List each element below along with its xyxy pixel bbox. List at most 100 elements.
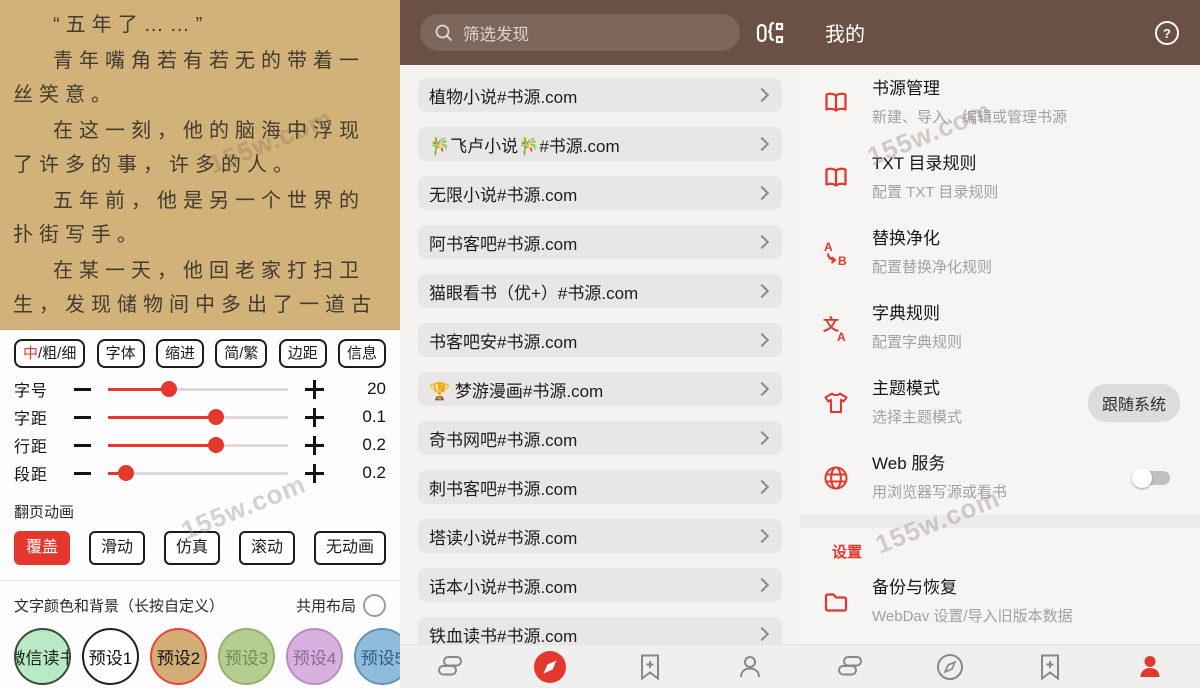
settings-item-txt-toc-rule[interactable]: TXT 目录规则 配置 TXT 目录规则: [800, 140, 1200, 215]
slider-thumb[interactable]: [208, 409, 224, 425]
settings-item-replace-purify[interactable]: A B 替换净化 配置替换净化规则: [800, 215, 1200, 290]
increase-button[interactable]: [288, 380, 340, 399]
book-source-name: 塔读小说#书源.com: [429, 524, 757, 549]
slider[interactable]: [108, 388, 288, 391]
book-open-icon: [821, 88, 851, 118]
decrease-button[interactable]: [56, 472, 108, 475]
nav-subscribe[interactable]: [1000, 645, 1100, 688]
tshirt-icon: [821, 388, 851, 418]
chevron-right-icon: [755, 333, 769, 347]
chevron-right-icon: [755, 382, 769, 396]
search-placeholder: 筛选发现: [463, 21, 529, 45]
nav-profile[interactable]: [700, 645, 800, 688]
slider[interactable]: [108, 416, 288, 419]
font-weight-button[interactable]: 中/粗/细: [14, 339, 85, 368]
increase-button[interactable]: [288, 408, 340, 427]
settings-item-dictionary-rule[interactable]: 文 A 字典规则 配置字典规则: [800, 290, 1200, 365]
settings-item-theme-mode[interactable]: 主题模式 选择主题模式 跟随系统: [800, 365, 1200, 440]
person-icon: [734, 651, 766, 683]
decrease-button[interactable]: [56, 388, 108, 391]
page-animation-options: 覆盖 滑动 仿真 滚动 无动画: [14, 531, 386, 565]
shared-layout-checkbox[interactable]: [363, 594, 386, 617]
anim-scroll-button[interactable]: 滚动: [239, 531, 295, 565]
increase-button[interactable]: [288, 436, 340, 455]
section-divider: [800, 515, 1200, 528]
item-subtitle: 配置字典规则: [872, 332, 1180, 353]
help-icon[interactable]: ?: [1154, 20, 1180, 46]
increase-button[interactable]: [288, 464, 340, 483]
color-preset-button[interactable]: 预设3: [218, 628, 275, 685]
book-source-item[interactable]: 奇书网吧#书源.com: [418, 421, 782, 455]
color-preset-button[interactable]: 预设2: [150, 628, 207, 685]
simplified-traditional-button[interactable]: 简/繁: [215, 339, 267, 368]
nav-bookshelf[interactable]: [400, 645, 500, 688]
chevron-right-icon: [755, 627, 769, 641]
book-source-item[interactable]: 阿书客吧#书源.com: [418, 225, 782, 259]
book-source-name: 🎋飞卢小说🎋#书源.com: [429, 132, 757, 157]
nav-discover-active[interactable]: [500, 645, 600, 688]
book-source-item[interactable]: 刺书客吧#书源.com: [418, 470, 782, 504]
info-button[interactable]: 信息: [338, 339, 386, 368]
settings-section-label: 设置: [832, 541, 1200, 562]
book-source-item[interactable]: 书客吧安#书源.com: [418, 323, 782, 357]
book-source-name: 阿书客吧#书源.com: [429, 230, 757, 255]
anim-cover-button[interactable]: 覆盖: [14, 531, 70, 565]
nav-bookshelf[interactable]: [800, 645, 900, 688]
book-source-name: 铁血读书#书源.com: [429, 622, 757, 646]
book-source-item[interactable]: 🎋飞卢小说🎋#书源.com: [418, 127, 782, 161]
bottom-nav: [400, 644, 800, 688]
chevron-right-icon: [755, 480, 769, 494]
chevron-right-icon: [755, 186, 769, 200]
reader-paragraph: 五年前，他是另一个世界的扑街写手。: [13, 184, 387, 252]
slider[interactable]: [108, 472, 288, 475]
nav-discover[interactable]: [900, 645, 1000, 688]
settings-item-book-source-manage[interactable]: 书源管理 新建、导入、编辑或管理书源: [800, 65, 1200, 140]
anim-simulation-button[interactable]: 仿真: [164, 531, 220, 565]
anim-slide-button[interactable]: 滑动: [89, 531, 145, 565]
book-source-name: 🏆 梦游漫画#书源.com: [429, 377, 757, 402]
color-preset-button[interactable]: 微信读书: [14, 628, 71, 685]
book-source-item[interactable]: 无限小说#书源.com: [418, 176, 782, 210]
book-source-item[interactable]: 话本小说#书源.com: [418, 568, 782, 602]
profile-panel: 我的 ? 书源管理 新建、导入、编辑或管理书源: [800, 0, 1200, 688]
color-preset-button[interactable]: 预设5: [354, 628, 400, 685]
plus-icon: [305, 380, 324, 399]
chevron-right-icon: [755, 235, 769, 249]
book-source-item[interactable]: 塔读小说#书源.com: [418, 519, 782, 553]
bookshelf-icon: [434, 651, 466, 683]
book-source-item[interactable]: 🏆 梦游漫画#书源.com: [418, 372, 782, 406]
book-source-item[interactable]: 植物小说#书源.com: [418, 78, 782, 112]
slider-thumb[interactable]: [208, 437, 224, 453]
book-source-item[interactable]: 铁血读书#书源.com: [418, 617, 782, 645]
theme-mode-badge[interactable]: 跟随系统: [1088, 384, 1180, 422]
color-preset-button[interactable]: 预设4: [286, 628, 343, 685]
decrease-button[interactable]: [56, 416, 108, 419]
settings-item-web-service[interactable]: Web 服务 用浏览器写源或看书: [800, 440, 1200, 515]
anim-none-button[interactable]: 无动画: [314, 531, 386, 565]
slider[interactable]: [108, 444, 288, 447]
decrease-button[interactable]: [56, 444, 108, 447]
discover-header: 筛选发现: [400, 0, 800, 65]
nav-subscribe[interactable]: [600, 645, 700, 688]
settings-item-backup-restore[interactable]: 备份与恢复 WebDav 设置/导入旧版本数据: [800, 564, 1200, 639]
nav-profile-active[interactable]: [1100, 645, 1200, 688]
web-service-toggle-off[interactable]: [1132, 468, 1172, 488]
color-preset-button[interactable]: 预设1: [82, 628, 139, 685]
slider-row: 字号 20: [14, 375, 386, 403]
svg-text:?: ?: [1163, 26, 1171, 41]
search-input[interactable]: 筛选发现: [420, 14, 740, 51]
source-group-button[interactable]: [752, 18, 788, 48]
profile-header: 我的 ?: [800, 0, 1200, 65]
font-family-button[interactable]: 字体: [97, 339, 145, 368]
item-title: Web 服务: [872, 452, 1132, 476]
indent-button[interactable]: 缩进: [156, 339, 204, 368]
slider-thumb[interactable]: [161, 381, 177, 397]
slider-thumb[interactable]: [118, 465, 134, 481]
item-subtitle: WebDav 设置/导入旧版本数据: [872, 606, 1180, 627]
item-title: 字典规则: [872, 302, 1180, 326]
book-source-item[interactable]: 猫眼看书（优+）#书源.com: [418, 274, 782, 308]
margin-button[interactable]: 边距: [279, 339, 327, 368]
reader-page[interactable]: “五年了……” 青年嘴角若有若无的带着一丝笑意。 在这一刻，他的脑海中浮现了许多…: [0, 0, 400, 330]
preset-label: 预设2: [157, 644, 200, 669]
slider-fill: [108, 472, 126, 475]
